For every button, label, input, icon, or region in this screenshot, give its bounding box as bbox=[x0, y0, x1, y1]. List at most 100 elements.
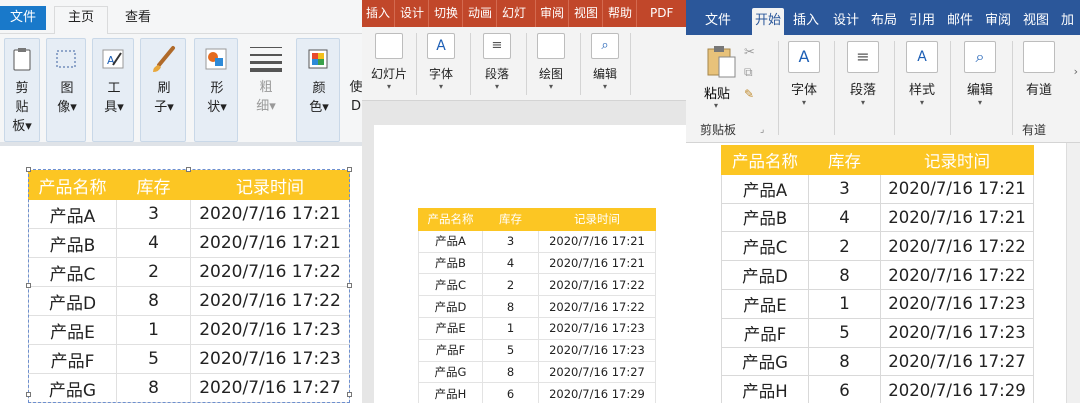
ppt-tab-view[interactable]: 视图 bbox=[570, 0, 604, 27]
word-editing-button[interactable]: ⌕ 编辑 ▾ bbox=[962, 41, 998, 107]
select-icon bbox=[56, 50, 76, 68]
cell-product: 产品H bbox=[418, 382, 483, 403]
word-paragraph-button[interactable]: ≡ 段落 ▾ bbox=[844, 41, 882, 107]
word-youdao-button[interactable]: 有道 bbox=[1022, 41, 1056, 98]
paint-tab-view[interactable]: 查看 bbox=[118, 7, 158, 29]
resize-handle[interactable] bbox=[347, 392, 352, 397]
paint-shapes-label: 形状▾ bbox=[207, 81, 227, 115]
cell-time: 2020/7/16 17:22 bbox=[880, 231, 1034, 262]
cell-time: 2020/7/16 17:22 bbox=[880, 260, 1034, 290]
table-row: 产品D 8 2020/7/16 17:22 bbox=[28, 286, 350, 316]
paint-group-image[interactable]: 图像▾ bbox=[46, 38, 86, 142]
paint-tab-home[interactable]: 主页 bbox=[54, 6, 108, 35]
table-row: 产品F 5 2020/7/16 17:23 bbox=[721, 317, 1034, 348]
paint-tools-label: 工具▾ bbox=[104, 81, 124, 115]
paint-group-clipboard[interactable]: 剪贴板▾ bbox=[4, 38, 40, 142]
cell-product: 产品E bbox=[28, 315, 117, 345]
resize-handle[interactable] bbox=[347, 167, 352, 172]
word-tab-view[interactable]: 视图 bbox=[1020, 8, 1052, 35]
word-tab-addins[interactable]: 加 bbox=[1058, 8, 1080, 35]
ribbon-scroll-right-icon[interactable]: › bbox=[1074, 65, 1078, 78]
cell-stock: 3 bbox=[482, 229, 539, 253]
ppt-font-button[interactable]: A 字体 ▾ bbox=[424, 33, 458, 91]
paint-group-shapes[interactable]: 形状▾ bbox=[194, 38, 238, 142]
table-header-row: 产品名称 库存 记录时间 bbox=[721, 145, 1034, 175]
ppt-drawing-button[interactable]: 绘图 ▾ bbox=[534, 33, 568, 91]
cut-icon[interactable]: ✂ bbox=[744, 45, 755, 60]
header-product: 产品名称 bbox=[721, 145, 809, 175]
header-stock: 库存 bbox=[116, 170, 191, 200]
word-tab-references[interactable]: 引用 bbox=[906, 8, 938, 35]
paint-group-colors[interactable]: 颜色▾ bbox=[296, 38, 340, 142]
resize-handle[interactable] bbox=[26, 283, 31, 288]
paint-group-brush[interactable]: 刷子▾ bbox=[140, 38, 186, 142]
cell-product: 产品F bbox=[721, 317, 809, 348]
format-painter-icon[interactable]: ✎ bbox=[744, 87, 754, 101]
ppt-tab-insert[interactable]: 插入 bbox=[362, 0, 396, 27]
paint-ribbon: 剪贴板▾ 图像▾ A 工具▾ 刷子▾ 形 状▾ 粗 细▾ 颜 色▾ 使 D bbox=[0, 34, 362, 146]
paragraph-icon: ≡ bbox=[483, 33, 511, 59]
paste-icon bbox=[707, 46, 736, 78]
copy-icon[interactable]: ⧉ bbox=[744, 65, 753, 80]
word-tab-insert[interactable]: 插入 bbox=[790, 8, 822, 35]
word-tab-layout[interactable]: 布局 bbox=[868, 8, 900, 35]
paint-edit-colors-label[interactable]: 使D bbox=[346, 78, 362, 116]
word-tab-file[interactable]: 文件 bbox=[702, 8, 734, 35]
cell-stock: 8 bbox=[116, 373, 191, 403]
ppt-tab-transitions[interactable]: 切换 bbox=[430, 0, 464, 27]
ppt-slides-button[interactable]: 幻灯片 ▾ bbox=[368, 33, 410, 91]
ppt-tab-animations[interactable]: 动画 bbox=[464, 0, 498, 27]
resize-handle[interactable] bbox=[26, 392, 31, 397]
word-font-label: 字体 bbox=[790, 83, 817, 98]
cell-product: 产品G bbox=[418, 360, 483, 384]
ppt-tab-review[interactable]: 审阅 bbox=[536, 0, 570, 27]
ppt-editing-button[interactable]: ⌕ 编辑 ▾ bbox=[588, 33, 622, 91]
word-font-button[interactable]: A 字体 ▾ bbox=[786, 41, 822, 107]
paint-group-weight[interactable]: 粗细▾ bbox=[244, 38, 288, 142]
cell-stock: 1 bbox=[808, 288, 881, 319]
cell-stock: 6 bbox=[808, 375, 881, 403]
table-row: 产品A 3 2020/7/16 17:21 bbox=[721, 173, 1034, 204]
paint-tab-file[interactable]: 文件 bbox=[0, 6, 46, 30]
ppt-editing-label: 编辑 bbox=[592, 67, 617, 81]
cell-product: 产品B bbox=[28, 228, 117, 258]
ppt-paragraph-label: 段落 bbox=[484, 67, 509, 81]
paint-group-tools[interactable]: A 工具▾ bbox=[92, 38, 134, 142]
table-row: 产品C 2 2020/7/16 17:22 bbox=[418, 273, 656, 297]
word-styles-label: 样式 bbox=[908, 83, 935, 98]
ppt-ribbon: 幻灯片 ▾ A 字体 ▾ ≡ 段落 ▾ 绘图 ▾ ⌕ 编辑 ▾ bbox=[362, 27, 686, 101]
cell-product: 产品F bbox=[28, 344, 117, 374]
word-tab-mailings[interactable]: 邮件 bbox=[944, 8, 976, 35]
word-vertical-scrollbar[interactable] bbox=[1066, 143, 1080, 403]
cell-product: 产品G bbox=[721, 346, 809, 377]
ppt-slides-label: 幻灯片 bbox=[370, 67, 407, 81]
word-tab-home[interactable]: 开始 bbox=[752, 8, 785, 35]
table-row: 产品H 6 2020/7/16 17:29 bbox=[721, 375, 1034, 403]
ppt-paragraph-button[interactable]: ≡ 段落 ▾ bbox=[480, 33, 514, 91]
clipboard-icon bbox=[13, 48, 31, 71]
table-row: 产品G 8 2020/7/16 17:27 bbox=[418, 360, 656, 384]
word-tab-review[interactable]: 审阅 bbox=[982, 8, 1014, 35]
word-tab-design[interactable]: 设计 bbox=[830, 8, 862, 35]
resize-handle[interactable] bbox=[26, 167, 31, 172]
ppt-tab-design[interactable]: 设计 bbox=[396, 0, 430, 27]
ppt-tab-pdf[interactable]: PDF工 bbox=[646, 0, 686, 27]
table-header-row: 产品名称 库存 记录时间 bbox=[418, 208, 656, 231]
resize-handle[interactable] bbox=[186, 167, 191, 172]
cell-stock: 3 bbox=[808, 173, 881, 204]
cell-product: 产品A bbox=[721, 173, 809, 204]
word-styles-button[interactable]: A 样式 ▾ bbox=[904, 41, 940, 107]
ppt-tab-help[interactable]: 帮助 bbox=[604, 0, 638, 27]
header-product: 产品名称 bbox=[28, 170, 117, 200]
ppt-tab-slideshow[interactable]: 幻灯片 bbox=[498, 0, 536, 27]
header-time: 记录时间 bbox=[880, 145, 1034, 175]
cell-product: 产品F bbox=[418, 338, 483, 362]
cell-time: 2020/7/16 17:23 bbox=[538, 316, 656, 340]
word-window: 文件 开始 插入 设计 布局 引用 邮件 审阅 视图 加 粘贴 ▾ ✂ ⧉ ✎ … bbox=[686, 0, 1080, 403]
dialog-launcher-icon[interactable]: ⌟ bbox=[760, 125, 764, 135]
word-paragraph-label: 段落 bbox=[849, 83, 876, 98]
cell-stock: 4 bbox=[808, 202, 881, 233]
resize-handle[interactable] bbox=[347, 283, 352, 288]
table-row: 产品B 4 2020/7/16 17:21 bbox=[28, 228, 350, 258]
cell-product: 产品D bbox=[28, 286, 117, 316]
